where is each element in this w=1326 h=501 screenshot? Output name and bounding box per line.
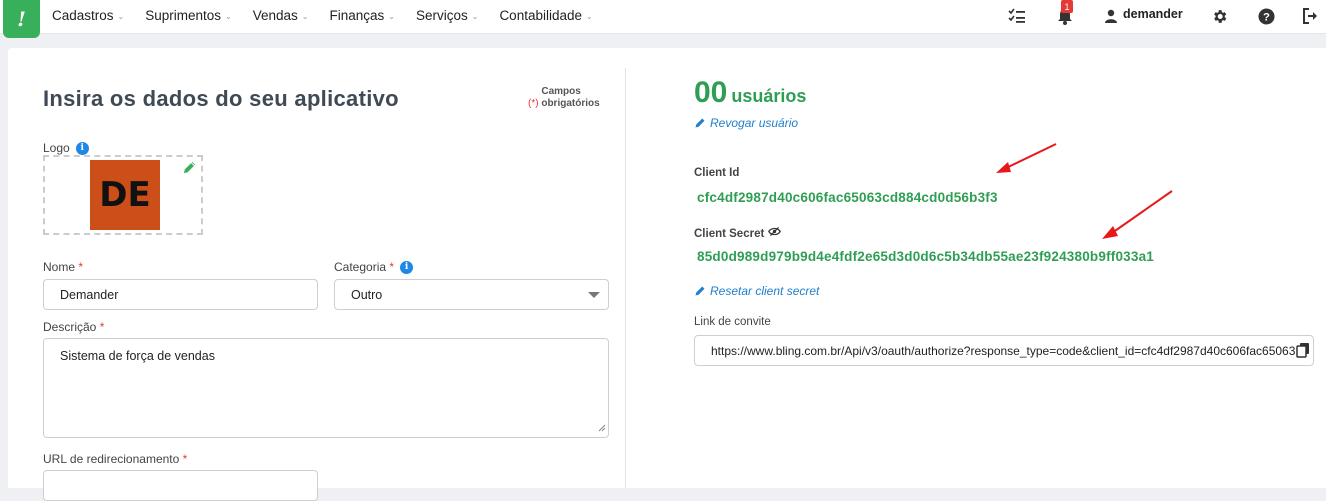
menu-suprimentos[interactable]: Suprimentos ⌄ [145, 8, 232, 23]
required-text: Campos obrigatórios [541, 86, 600, 109]
redirect-label-text: URL de redirecionamento [43, 452, 180, 466]
invite-link-label: Link de convite [694, 316, 771, 328]
reset-secret-link[interactable]: Resetar client secret [694, 284, 819, 298]
category-select[interactable]: Outro [334, 279, 609, 310]
gear-icon[interactable] [1209, 6, 1229, 26]
tasks-icon[interactable] [1007, 6, 1027, 26]
user-icon[interactable] [1101, 6, 1121, 26]
annotation-arrows [996, 143, 1173, 239]
menu-label: Finanças [329, 7, 385, 23]
menu-label: Cadastros [52, 7, 114, 23]
dropdown-arrow-icon [588, 292, 600, 298]
required-mark: (*) [528, 98, 539, 109]
logo-label: Logo i [43, 141, 89, 156]
menu-label: Suprimentos [145, 7, 222, 23]
column-divider [625, 68, 626, 488]
category-label-text: Categoria [334, 260, 387, 274]
category-label: Categoria * i [334, 260, 414, 275]
menu-servicos[interactable]: Serviços ⌄ [416, 8, 478, 23]
info-icon[interactable]: i [75, 142, 89, 156]
required-star: * [182, 452, 188, 466]
pencil-icon [695, 286, 705, 296]
app-logo-image: DE [90, 160, 160, 230]
required-star: * [99, 320, 105, 334]
top-navbar: ! Cadastros ⌄ Suprimentos ⌄ Vendas ⌄ Finanç… [0, 0, 1326, 38]
description-label-text: Descrição [43, 320, 97, 334]
resize-handle-icon[interactable] [598, 421, 606, 435]
help-icon[interactable]: ? [1256, 6, 1276, 26]
chevron-down-icon: ⌄ [117, 11, 125, 21]
required-star: * [389, 260, 395, 274]
required-note: (*) Campos obrigatórios [528, 86, 603, 110]
description-textarea[interactable]: Sistema de força de vendas [43, 338, 609, 438]
menu-vendas[interactable]: Vendas ⌄ [253, 8, 309, 23]
menu-label: Contabilidade [499, 7, 582, 23]
chevron-down-icon: ⌄ [301, 11, 309, 21]
invite-link-field[interactable]: https://www.bling.com.br/Api/v3/oauth/au… [694, 335, 1314, 366]
name-input[interactable]: Demander [43, 279, 318, 310]
client-secret-value: 85d0d989d979b9d4e4fdf2e65d3d0d6c5b34db55… [697, 249, 1155, 264]
required-star: * [78, 260, 84, 274]
logo-label-text: Logo [43, 141, 70, 155]
description-value: Sistema de força de vendas [60, 349, 215, 363]
name-label: Nome * [43, 260, 83, 274]
invite-link-value: https://www.bling.com.br/Api/v3/oauth/au… [711, 343, 1296, 358]
info-icon[interactable]: i [400, 261, 414, 275]
menu-contabilidade[interactable]: Contabilidade ⌄ [499, 8, 592, 23]
arrow-client-secret [1102, 190, 1173, 239]
main-menu: Cadastros ⌄ Suprimentos ⌄ Vendas ⌄ Finanças… [52, 0, 614, 30]
notification-badge: 1 [1061, 0, 1073, 13]
category-value: Outro [351, 287, 383, 302]
chevron-down-icon: ⌄ [586, 11, 593, 21]
logout-icon[interactable] [1301, 6, 1321, 26]
redirect-label: URL de redirecionamento * [43, 452, 187, 466]
chevron-down-icon: ⌄ [225, 11, 232, 21]
chevron-down-icon: ⌄ [471, 11, 479, 21]
menu-financas[interactable]: Finanças ⌄ [329, 8, 394, 23]
redirect-url-input[interactable] [43, 470, 318, 501]
copy-icon[interactable] [1296, 342, 1310, 358]
menu-label: Serviços [415, 7, 468, 23]
client-id-label: Client Id [694, 167, 740, 179]
svg-text:?: ? [1263, 11, 1270, 23]
menu-cadastros[interactable]: Cadastros ⌄ [52, 8, 124, 23]
user-name[interactable]: demander [1123, 7, 1183, 21]
client-id-value: cfc4df2987d40c606fac65063cd884cd0d56b3f3 [697, 190, 998, 205]
name-label-text: Nome [43, 260, 76, 274]
revoke-user-text: Revogar usuário [710, 116, 799, 130]
page-title: Insira os dados do seu aplicativo [43, 86, 399, 111]
app-logo[interactable]: ! [3, 0, 40, 38]
pencil-icon [695, 118, 705, 128]
reset-secret-text: Resetar client secret [710, 284, 820, 298]
users-count: 00 usuários [694, 76, 806, 110]
eye-slash-icon[interactable] [767, 227, 781, 240]
logo-upload[interactable]: DE [43, 155, 203, 235]
users-count-number: 00 [694, 76, 728, 109]
menu-label: Vendas [252, 7, 298, 23]
client-secret-label: Client Secret [694, 226, 781, 240]
arrow-client-id [996, 143, 1057, 173]
users-count-word: usuários [731, 86, 807, 106]
description-label: Descrição * [43, 320, 104, 334]
client-secret-label-text: Client Secret [694, 228, 765, 240]
revoke-user-link[interactable]: Revogar usuário [694, 116, 798, 130]
edit-pencil-icon[interactable] [182, 160, 197, 180]
chevron-down-icon: ⌄ [388, 11, 395, 21]
